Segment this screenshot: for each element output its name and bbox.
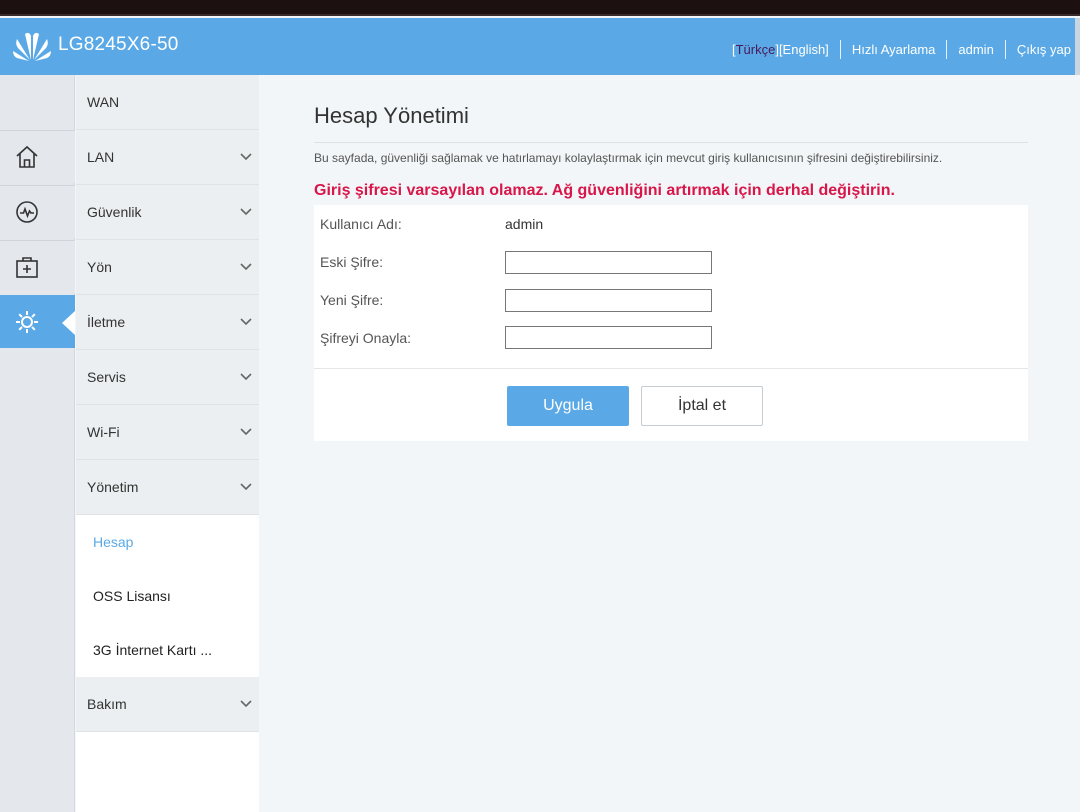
quick-setup-link[interactable]: Hızlı Ayarlama [852, 42, 936, 57]
menu-item-wan[interactable]: WAN [76, 75, 259, 130]
chevron-down-icon [240, 428, 252, 436]
menu-item-label: LAN [87, 149, 115, 165]
chevron-down-icon [240, 263, 252, 271]
header-nav: [Türkçe][English] Hızlı Ayarlama admin Ç… [732, 40, 1071, 59]
language-switch: [Türkçe][English] [732, 42, 829, 57]
menu-item-route[interactable]: Yön [76, 240, 259, 295]
header-edge [1075, 18, 1080, 75]
submenu-item-account[interactable]: Hesap [76, 515, 259, 569]
menu-item-service[interactable]: Servis [76, 350, 259, 405]
new-password-label: Yeni Şifre: [320, 292, 384, 308]
menu-item-label: WAN [87, 94, 120, 110]
menu-item-label: Yönetim [87, 479, 139, 495]
lang-turkish-link[interactable]: Türkçe [736, 42, 776, 57]
confirm-password-field[interactable] [505, 326, 712, 349]
sidebar-toolbox-button[interactable] [0, 240, 75, 293]
user-link[interactable]: admin [958, 42, 993, 57]
main-content: Hesap Yönetimi Bu sayfada, güvenliği sağ… [314, 95, 1028, 441]
gear-icon [16, 311, 38, 333]
apply-button[interactable]: Uygula [507, 386, 629, 426]
menu-item-wifi[interactable]: Wi-Fi [76, 405, 259, 460]
header-divider [1004, 40, 1006, 59]
header-divider [946, 40, 948, 59]
sidebar-settings-button[interactable] [0, 295, 75, 348]
chevron-down-icon [240, 208, 252, 216]
submenu-item-3g-card[interactable]: 3G İnternet Kartı ... [76, 623, 259, 677]
menu-item-security[interactable]: Güvenlik [76, 185, 259, 240]
sidebar-home-button[interactable] [0, 130, 75, 183]
menu-item-label: Yön [87, 259, 112, 275]
submenu-item-oss-license[interactable]: OSS Lisansı [76, 569, 259, 623]
huawei-logo-icon [13, 32, 51, 61]
window-top-strip [0, 0, 1080, 16]
header-bar: LG8245X6-50 [Türkçe][English] Hızlı Ayar… [0, 18, 1080, 75]
header-divider [839, 40, 841, 59]
device-model: LG8245X6-50 [58, 34, 179, 55]
password-warning: Giriş şifresi varsayılan olamaz. Ağ güve… [314, 182, 895, 199]
username-label: Kullanıcı Adı: [320, 216, 402, 232]
menu-item-label: Bakım [87, 696, 127, 712]
page-description: Bu sayfada, güvenliği sağlamak ve hatırl… [314, 151, 943, 165]
settings-menu: WAN LAN Güvenlik Yön İletme Servis Wi-Fi… [76, 75, 259, 812]
confirm-password-label: Şifreyi Onayla: [320, 330, 412, 346]
chevron-down-icon [240, 153, 252, 161]
chevron-down-icon [240, 483, 252, 491]
account-form: Kullanıcı Adı: admin Eski Şifre: Yeni Şi… [314, 205, 1028, 441]
menu-item-forwarding[interactable]: İletme [76, 295, 259, 350]
old-password-label: Eski Şifre: [320, 254, 384, 270]
logout-link[interactable]: Çıkış yap [1017, 42, 1071, 57]
icon-sidebar [0, 75, 75, 812]
status-monitor-icon [16, 201, 38, 223]
new-password-field[interactable] [505, 289, 712, 312]
menu-item-maintenance[interactable]: Bakım [76, 677, 259, 732]
username-value: admin [505, 216, 544, 232]
menu-item-label: Wi-Fi [87, 424, 120, 440]
form-divider [314, 368, 1028, 369]
lang-english-link[interactable]: [English] [779, 42, 829, 57]
menu-item-management[interactable]: Yönetim [76, 460, 259, 515]
chevron-down-icon [240, 318, 252, 326]
toolbox-icon [16, 257, 38, 278]
home-icon [16, 145, 38, 168]
menu-item-label: Güvenlik [87, 204, 142, 220]
chevron-down-icon [240, 700, 252, 708]
sidebar-status-button[interactable] [0, 185, 75, 238]
old-password-field[interactable] [505, 251, 712, 274]
page-title: Hesap Yönetimi [314, 95, 1028, 143]
cancel-button[interactable]: İptal et [641, 386, 763, 426]
menu-item-label: İletme [87, 314, 126, 330]
menu-item-lan[interactable]: LAN [76, 130, 259, 185]
chevron-down-icon [240, 373, 252, 381]
menu-item-label: Servis [87, 369, 126, 385]
active-pointer [62, 311, 75, 335]
